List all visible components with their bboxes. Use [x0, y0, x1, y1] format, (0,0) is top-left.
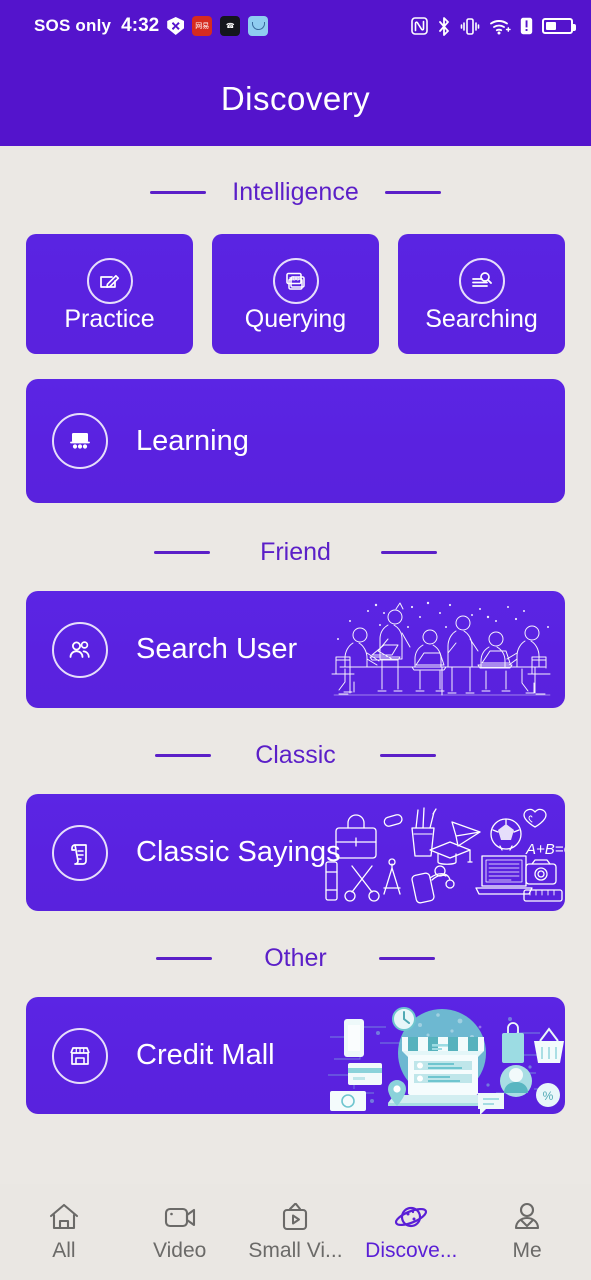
meeting-table-illustration: [320, 591, 565, 708]
nav-label: Small Vi...: [248, 1239, 343, 1262]
divider-right: [379, 754, 436, 757]
section-title: Classic: [255, 741, 336, 769]
abc-cards-icon: abc: [272, 257, 319, 304]
nav-label: Discove...: [365, 1239, 458, 1262]
tile-label: Searching: [425, 304, 538, 333]
status-bar-left: SOS only 4:32 网易 ☎: [34, 15, 269, 37]
classroom-board-icon: [52, 413, 108, 469]
divider-right: [380, 551, 437, 554]
nav-item-all[interactable]: All: [10, 1201, 118, 1263]
wifi-icon: [490, 20, 511, 35]
section-header-other: Other: [26, 944, 565, 973]
alert-icon: [520, 17, 533, 35]
people-group-icon: [52, 621, 108, 678]
card-label: Learning: [136, 424, 249, 457]
section-header-intelligence: Intelligence: [26, 178, 565, 207]
nav-label: Me: [512, 1239, 542, 1262]
app-icon-blue: [248, 16, 269, 36]
section-header-friend: Friend: [26, 538, 565, 567]
page-title: Discovery: [220, 80, 371, 117]
nav-item-me[interactable]: Me: [473, 1201, 581, 1263]
home-icon: [49, 1203, 78, 1230]
nav-item-discovery[interactable]: Discove...: [357, 1201, 465, 1263]
card-label: Classic Sayings: [136, 836, 341, 868]
status-bar: SOS only 4:32 网易 ☎: [0, 0, 591, 52]
app-icon-dark: ☎: [220, 16, 241, 36]
person-icon: [515, 1202, 540, 1230]
svg-text:%: %: [543, 1089, 554, 1103]
svg-text:A+B=C: A+B=C: [525, 841, 565, 858]
clock-label: 4:32: [121, 15, 160, 36]
card-classic-sayings[interactable]: Classic Sayings A+B=: [26, 794, 565, 911]
ecommerce-illustration: %: [320, 997, 565, 1114]
bluetooth-icon: [439, 16, 449, 36]
svg-text:abc: abc: [288, 275, 299, 282]
battery-icon: [542, 18, 576, 34]
planet-icon: [395, 1206, 428, 1228]
card-label: Credit Mall: [136, 1039, 275, 1071]
vibrate-icon: [460, 17, 480, 35]
divider-right: [384, 191, 441, 194]
divider-left: [155, 754, 212, 757]
document-search-icon: [458, 257, 505, 304]
card-label: Search User: [136, 633, 298, 665]
divider-right: [378, 957, 435, 960]
divider-left: [154, 551, 211, 554]
card-learning[interactable]: Learning: [26, 379, 565, 503]
app-icon-red: 网易: [192, 16, 213, 36]
section-title: Other: [264, 944, 327, 972]
divider-left: [156, 957, 213, 960]
tile-searching[interactable]: Searching: [398, 234, 565, 354]
section-title: Friend: [260, 538, 331, 566]
tile-querying[interactable]: abc Querying: [212, 234, 379, 354]
app-header: Discovery: [0, 52, 591, 146]
section-header-classic: Classic: [26, 741, 565, 770]
tile-label: Practice: [64, 304, 155, 333]
tile-practice[interactable]: Practice: [26, 234, 193, 354]
card-search-user[interactable]: Search User: [26, 591, 565, 708]
shield-x-icon: [167, 17, 185, 35]
school-supplies-doodles: A+B=C: [320, 794, 565, 911]
scroll-document-icon: [52, 824, 108, 881]
nav-item-video[interactable]: Video: [126, 1201, 234, 1263]
camcorder-icon: [164, 1207, 195, 1228]
bottom-navigation: All Video Small Vi... Discove... Me: [0, 1184, 591, 1280]
divider-left: [150, 191, 207, 194]
nav-item-small-video[interactable]: Small Vi...: [241, 1201, 349, 1263]
tv-icon: [283, 1202, 308, 1231]
status-bar-right: [411, 16, 576, 36]
carrier-label: SOS only: [34, 16, 112, 35]
section-title: Intelligence: [232, 178, 359, 206]
nav-label: Video: [153, 1239, 207, 1262]
intelligence-tile-row: Practice abc Querying Searching: [26, 234, 565, 354]
discovery-content: Intelligence Practice abc Querying Searc…: [0, 146, 591, 1184]
tile-label: Querying: [244, 304, 347, 333]
card-credit-mall[interactable]: Credit Mall %: [26, 997, 565, 1114]
nav-label: All: [52, 1239, 76, 1262]
storefront-icon: [52, 1027, 108, 1084]
pen-edit-icon: [86, 257, 133, 304]
nfc-icon: [411, 17, 428, 35]
